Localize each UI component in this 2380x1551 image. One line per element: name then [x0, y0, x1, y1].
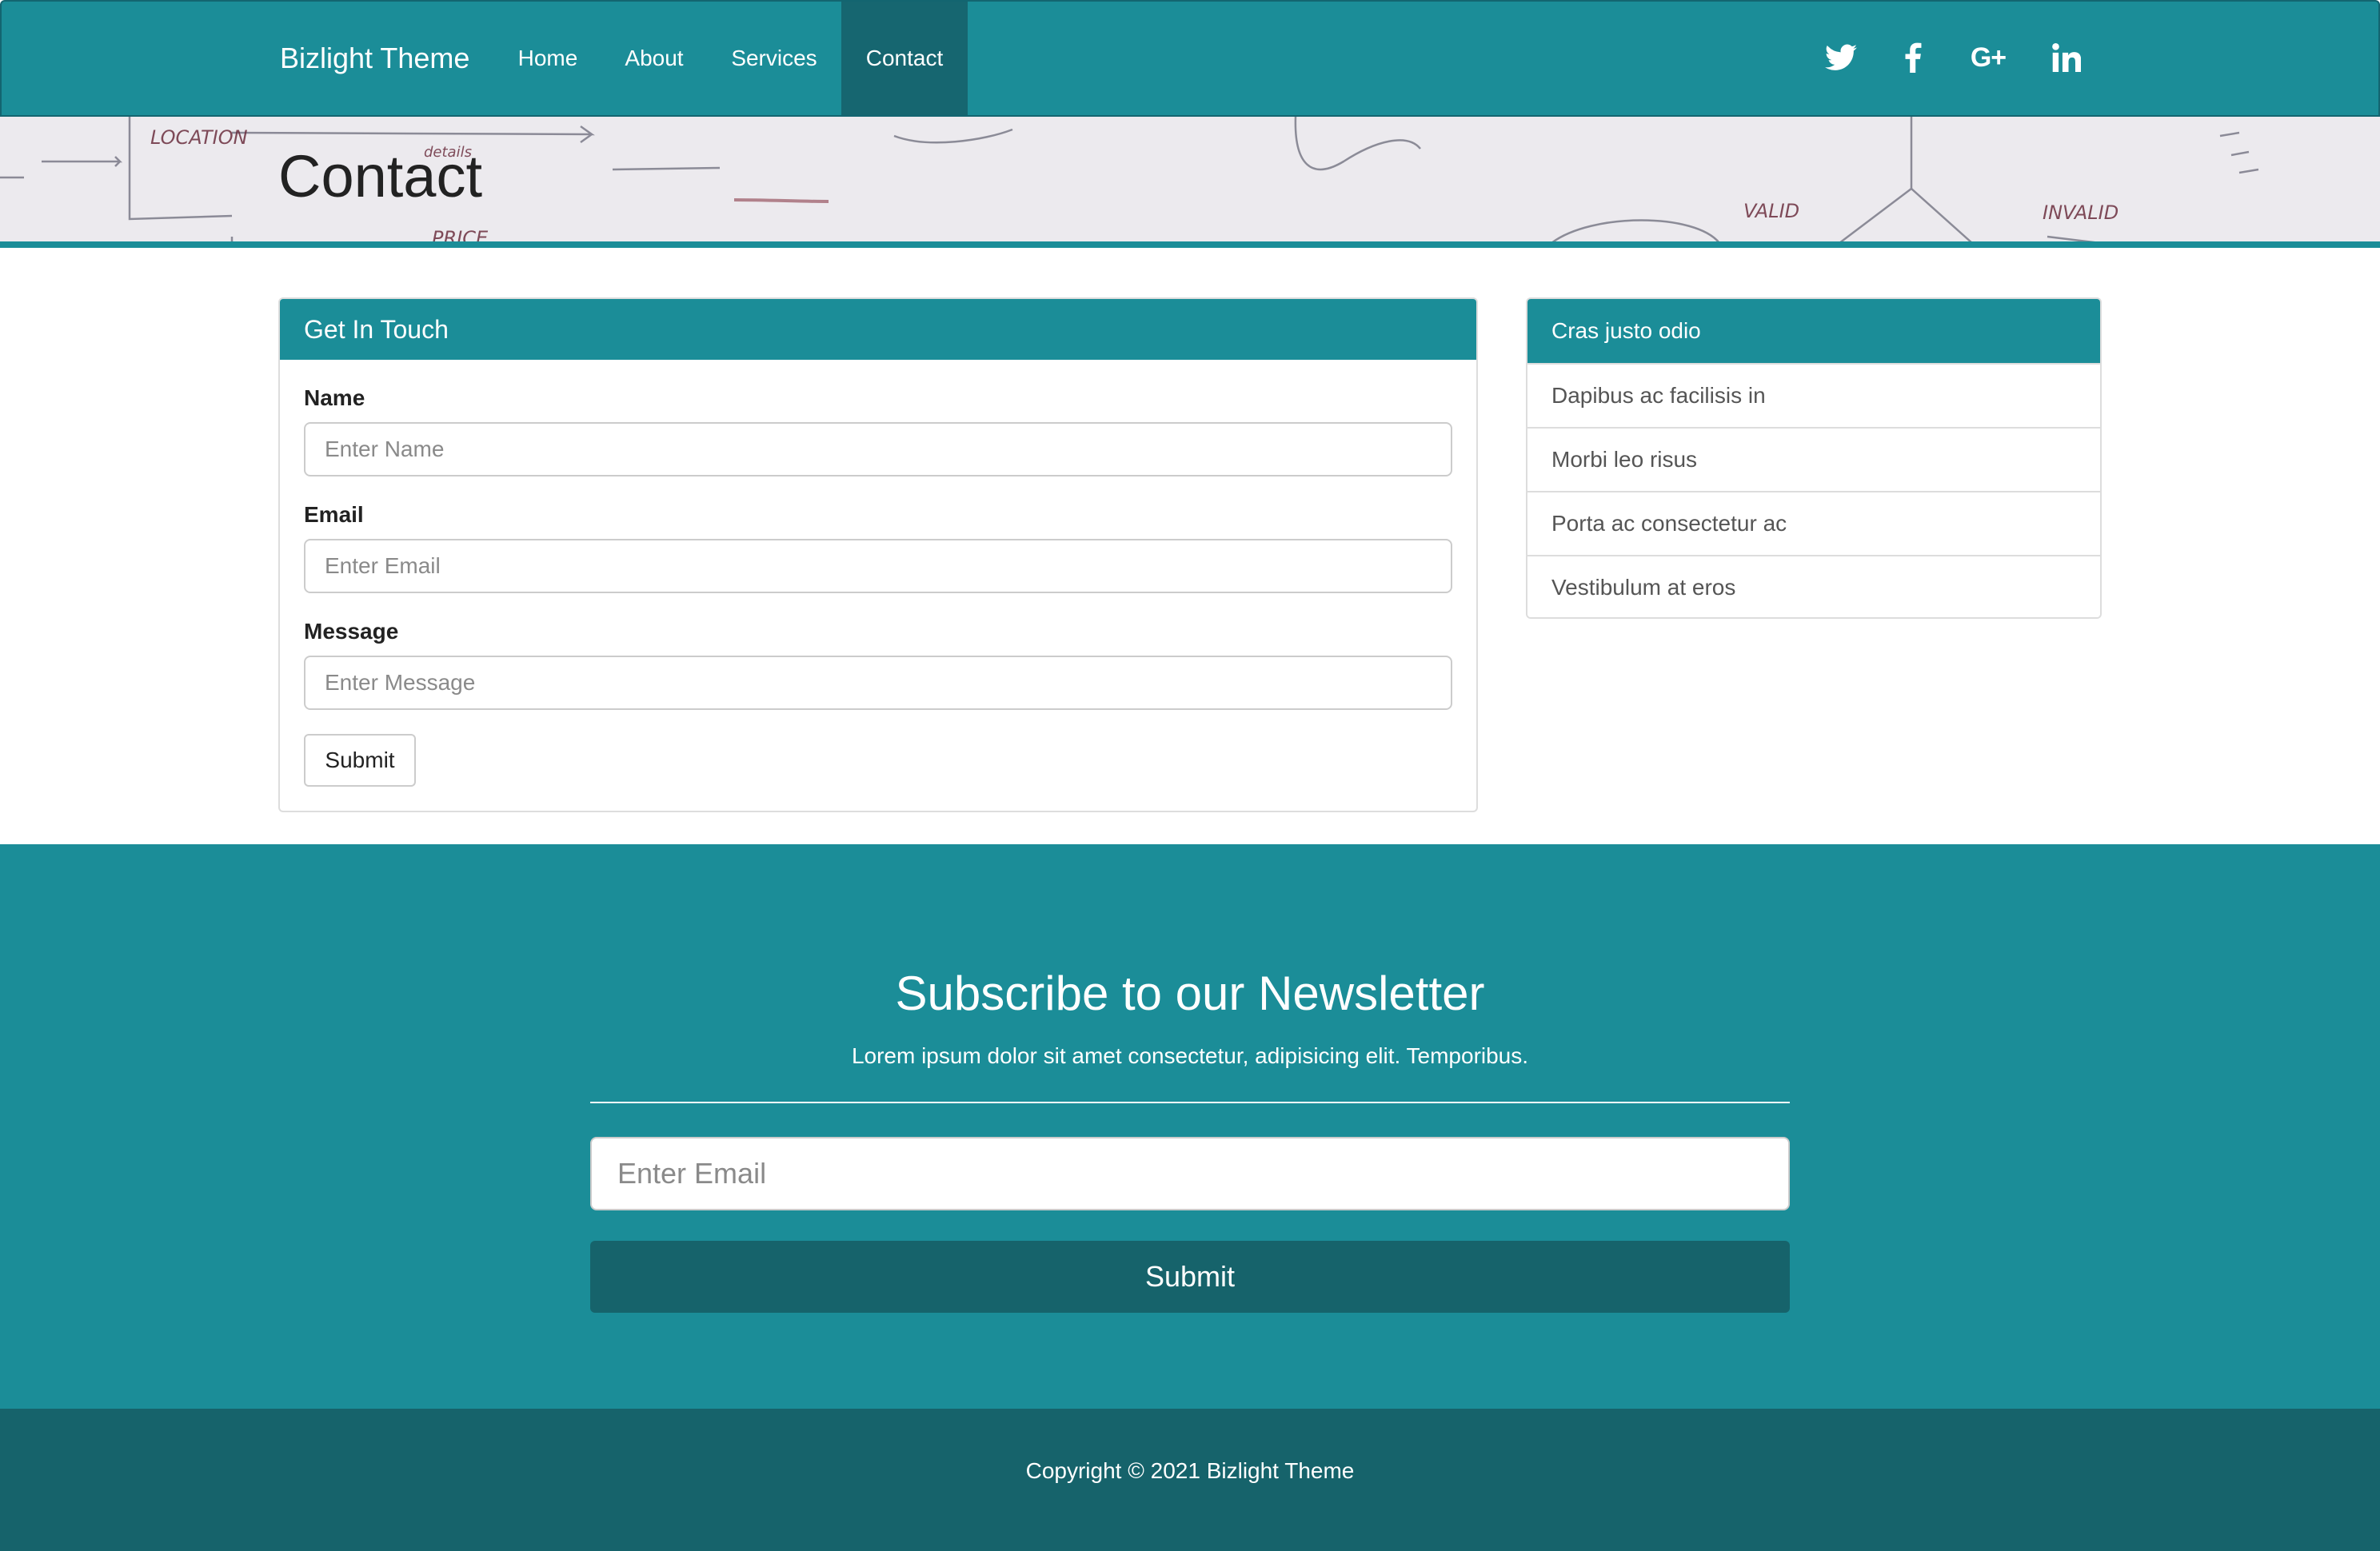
sketch-word-valid: VALID — [1743, 200, 1799, 222]
message-field[interactable] — [304, 656, 1452, 710]
twitter-icon[interactable] — [1815, 32, 1867, 83]
name-field[interactable] — [304, 422, 1452, 476]
brand-link[interactable]: Bizlight Theme — [280, 2, 469, 115]
page-header: LOCATION details PRICE VALID INVALID Con… — [0, 117, 2380, 243]
copyright-text: Copyright © 2021 Bizlight Theme — [1025, 1458, 1355, 1483]
sketch-word-location: LOCATION — [150, 126, 248, 149]
newsletter-submit-button[interactable]: Submit — [590, 1241, 1790, 1313]
nav-item-about[interactable]: About — [606, 2, 702, 115]
nav-item-home[interactable]: Home — [497, 2, 598, 115]
newsletter-email-input[interactable] — [590, 1137, 1790, 1210]
contact-form-panel: Get In Touch Name Email Message Submit — [278, 297, 1478, 812]
list-group-heading[interactable]: Cras justo odio — [1527, 299, 2100, 363]
facebook-icon[interactable] — [1887, 32, 1939, 83]
newsletter-section: Subscribe to our Newsletter Lorem ipsum … — [0, 844, 2380, 1409]
newsletter-title: Subscribe to our Newsletter — [895, 967, 1485, 1020]
list-item[interactable]: Dapibus ac facilisis in — [1527, 363, 2100, 427]
email-label: Email — [304, 502, 364, 527]
sketch-word-price: PRICE — [432, 227, 489, 243]
list-item[interactable]: Vestibulum at eros — [1527, 555, 2100, 617]
newsletter-divider — [590, 1102, 1790, 1103]
contact-submit-button[interactable]: Submit — [304, 734, 416, 787]
linkedin-icon[interactable] — [2041, 32, 2092, 83]
page-header-border — [0, 241, 2380, 248]
page-title: Contact — [278, 143, 483, 209]
navbar: Bizlight Theme Home About Services Conta… — [0, 0, 2380, 117]
sidebar-list-group: Cras justo odio Dapibus ac facilisis in … — [1526, 297, 2102, 619]
contact-form-heading: Get In Touch — [280, 299, 1476, 360]
email-field[interactable] — [304, 539, 1452, 593]
nav-item-contact[interactable]: Contact — [841, 2, 968, 115]
footer: Copyright © 2021 Bizlight Theme — [0, 1409, 2380, 1551]
newsletter-description: Lorem ipsum dolor sit amet consectetur, … — [851, 1043, 1529, 1068]
list-item[interactable]: Morbi leo risus — [1527, 427, 2100, 491]
message-label: Message — [304, 619, 399, 644]
nav-item-services[interactable]: Services — [710, 2, 838, 115]
google-plus-icon[interactable]: G+ — [1963, 32, 2014, 83]
name-label: Name — [304, 385, 365, 410]
list-item[interactable]: Porta ac consectetur ac — [1527, 491, 2100, 555]
sketch-word-invalid: INVALID — [2043, 201, 2118, 224]
